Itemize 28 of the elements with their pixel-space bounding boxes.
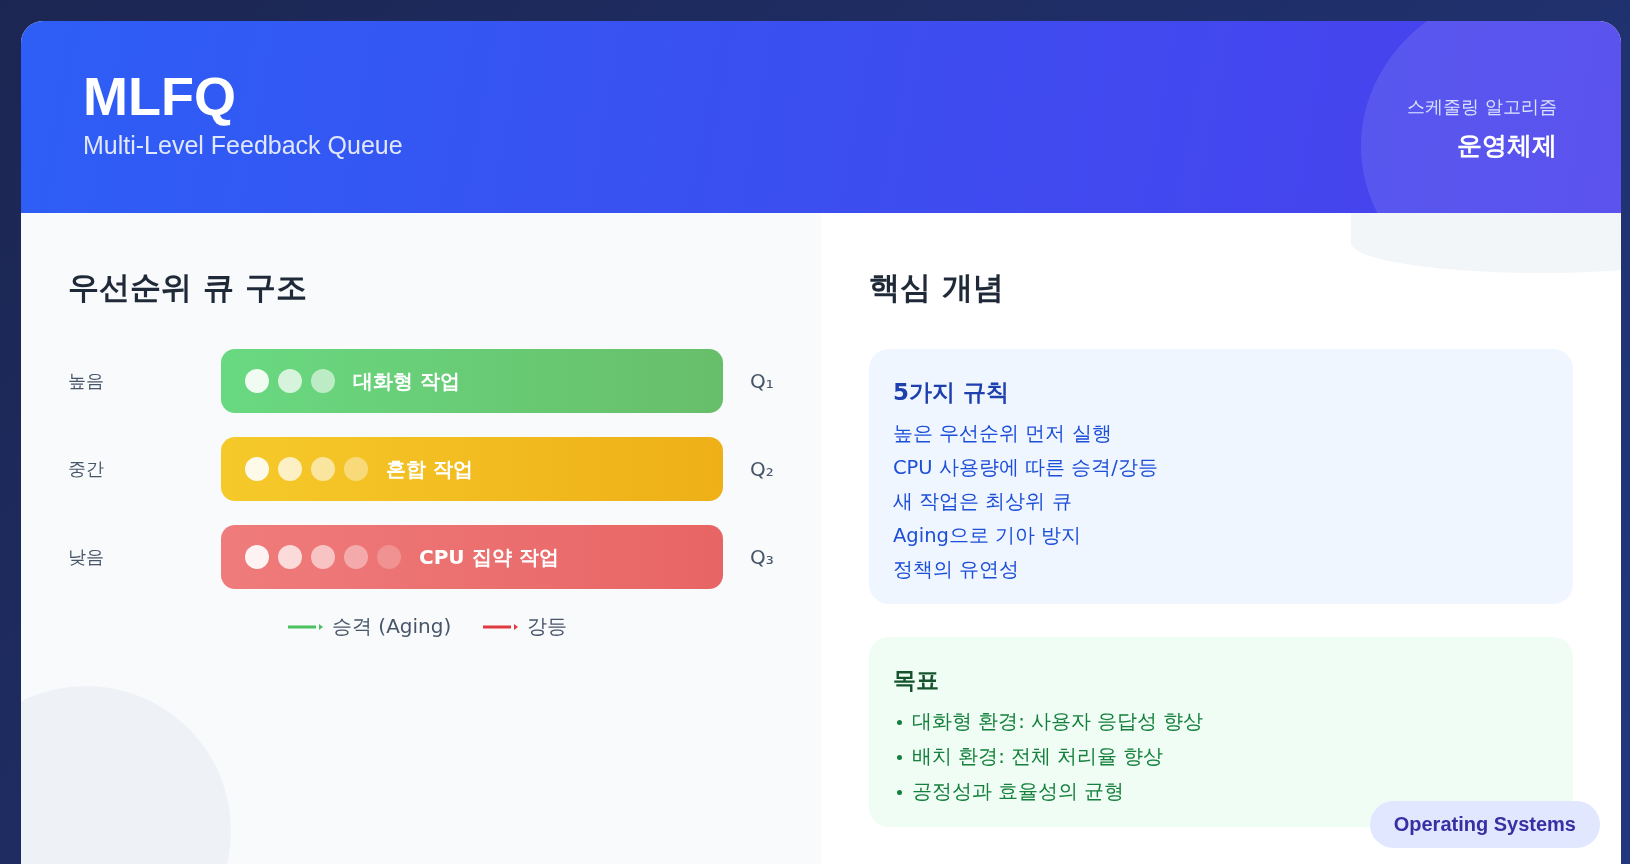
rule-text: 정책의 유연성	[893, 557, 1021, 582]
priority-label: 높음	[68, 369, 105, 393]
section-title: 우선순위 큐 구조	[68, 268, 308, 307]
goal-text: 대화형 환경: 사용자 응답성 향상	[912, 709, 1204, 735]
rule-text: 높은 우선순위 먼저 실행	[893, 421, 1113, 446]
topic-badge: Operating Systems	[1369, 801, 1600, 848]
queue-label: 혼합 작업	[386, 455, 473, 483]
queue-name: Q₂	[749, 457, 774, 481]
rule-text: CPU 사용량에 따른 승격/강등	[893, 455, 1159, 480]
rule-text: Aging으로 기아 방지	[893, 523, 1083, 548]
page-title: MLFQ	[83, 65, 237, 127]
priority-label: 중간	[68, 457, 105, 481]
rule-text: 새 작업은 최상위 큐	[893, 489, 1073, 514]
page-subtitle: Multi-Level Feedback Queue	[83, 131, 403, 160]
subject-label: 운영체제	[1457, 130, 1557, 162]
card-title: 5가지 규칙	[893, 378, 1010, 407]
queue-name: Q₃	[749, 545, 774, 569]
legend-label: 강등	[527, 613, 568, 640]
queue-label: CPU 집약 작업	[419, 543, 559, 571]
legend-label: 승격 (Aging)	[332, 613, 452, 640]
queue-label: 대화형 작업	[353, 367, 460, 395]
goal-text: 배치 환경: 전체 처리율 향상	[912, 744, 1164, 770]
card-title: 목표	[893, 666, 940, 695]
section-title: 핵심 개념	[869, 268, 1005, 307]
category-label: 스케줄링 알고리즘	[1407, 95, 1557, 119]
priority-label: 낮음	[68, 545, 105, 569]
queue-name: Q₁	[749, 369, 774, 393]
goal-text: 공정성과 효율성의 균형	[912, 779, 1125, 805]
